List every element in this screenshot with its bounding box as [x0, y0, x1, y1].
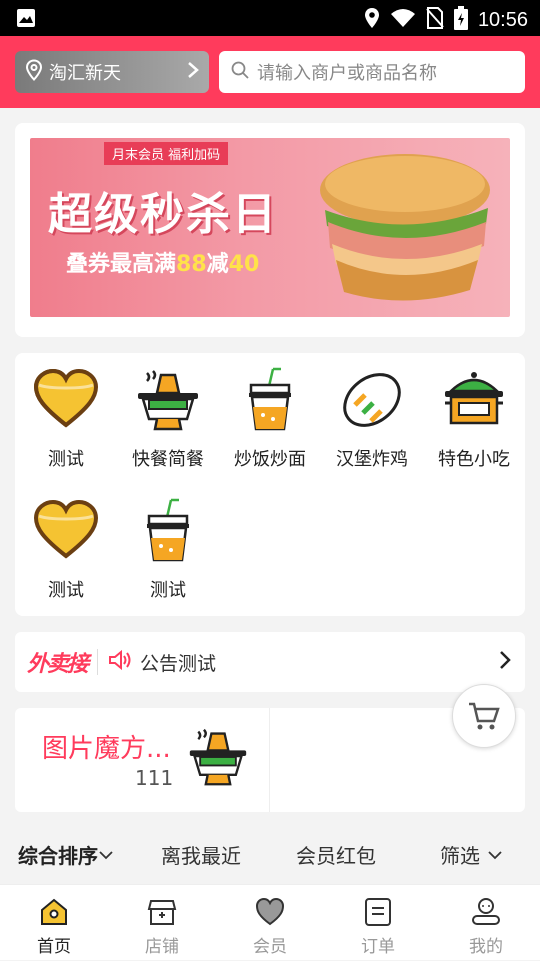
- category-item[interactable]: 炒饭炒面: [219, 353, 321, 473]
- category-item[interactable]: 测试: [15, 484, 117, 604]
- chevron-down-icon: [488, 850, 502, 859]
- location-icon: [364, 7, 380, 33]
- category-label: 特色小吃: [438, 449, 510, 470]
- banner-amount-b: 40: [228, 252, 260, 277]
- heart-icon: [33, 499, 99, 559]
- member-heart-icon: [255, 897, 285, 926]
- profile-icon: [472, 898, 500, 925]
- map-pin-icon: [25, 59, 43, 85]
- banner-subline-prefix: 叠券最高满: [66, 252, 177, 277]
- brand-logo: 外卖接: [27, 652, 89, 677]
- tab-member[interactable]: 会员: [216, 885, 324, 961]
- announcement-bar[interactable]: 外卖接 公告测试: [15, 632, 525, 692]
- chevron-right-icon: [187, 61, 199, 83]
- store-icon: [147, 900, 177, 925]
- search-placeholder: 请输入商户或商品名称: [257, 63, 437, 84]
- tab-orders[interactable]: 订单: [324, 885, 432, 961]
- hotpot-icon: [138, 370, 198, 431]
- category-item[interactable]: 汉堡炸鸡: [321, 353, 423, 473]
- battery-icon: [453, 6, 468, 34]
- order-icon: [365, 898, 391, 926]
- sort-label: 综合排序: [18, 844, 98, 868]
- image-cube: 图片魔方... 111: [15, 708, 525, 812]
- top-header: 淘汇新天 请输入商户或商品名称: [0, 36, 540, 108]
- banner-tag: 月末会员 福利加码: [104, 142, 229, 165]
- tab-profile[interactable]: 我的: [432, 885, 540, 961]
- speaker-icon: [108, 649, 132, 675]
- filter-button[interactable]: 筛选: [440, 840, 506, 869]
- sort-nearest[interactable]: 离我最近: [161, 840, 241, 869]
- tab-label: 会员: [253, 937, 287, 957]
- sort-comprehensive[interactable]: 综合排序: [18, 840, 114, 869]
- category-item[interactable]: 测试: [117, 484, 219, 604]
- category-item[interactable]: 测试: [15, 353, 117, 473]
- cart-icon: [469, 702, 500, 730]
- tab-home[interactable]: 首页: [0, 885, 108, 961]
- home-icon: [41, 898, 67, 925]
- category-label: 测试: [48, 449, 84, 470]
- burger-image: [320, 154, 490, 301]
- status-time: 10:56: [477, 8, 528, 31]
- bread-icon: [343, 373, 401, 427]
- category-item[interactable]: 快餐简餐: [117, 353, 219, 473]
- location-selector[interactable]: 淘汇新天: [15, 51, 209, 93]
- chevron-right-icon: [499, 650, 511, 674]
- banner-amount-a: 88: [176, 252, 207, 277]
- sort-member-coupon[interactable]: 会员红包: [296, 840, 376, 869]
- tab-label: 订单: [361, 937, 395, 957]
- tab-label: 店铺: [145, 937, 179, 957]
- banner-subline: 叠券最高满88减40: [66, 246, 259, 278]
- pot-icon: [445, 372, 503, 425]
- tab-store[interactable]: 店铺: [108, 885, 216, 961]
- chevron-down-icon: [99, 850, 113, 859]
- drink-cup-icon: [147, 498, 189, 562]
- search-icon: [231, 61, 249, 84]
- banner-headline: 超级秒杀日: [48, 189, 278, 240]
- category-label: 炒饭炒面: [234, 449, 306, 470]
- heart-icon: [33, 368, 99, 428]
- sort-bar: 综合排序 离我最近 会员红包 筛选: [0, 826, 540, 882]
- gallery-icon: [16, 8, 36, 32]
- announcement-text: 公告测试: [140, 652, 217, 675]
- banner-subline-mid: 减: [206, 252, 229, 277]
- location-label: 淘汇新天: [49, 63, 121, 84]
- category-label: 测试: [150, 580, 186, 601]
- category-grid: 测试 快餐简餐 炒饭炒面 汉堡炸鸡 特色小吃 测试 测试: [15, 353, 525, 616]
- hotpot-icon: [189, 728, 247, 786]
- banner-card: 月末会员 福利加码 超级秒杀日 叠券最高满88减40: [15, 123, 525, 337]
- tab-label: 首页: [37, 937, 71, 957]
- sort-label: 离我最近: [161, 844, 241, 868]
- cube-cell-left[interactable]: 图片魔方... 111: [15, 708, 269, 812]
- sort-label: 会员红包: [296, 844, 376, 868]
- divider: [97, 649, 99, 675]
- status-bar: 10:56: [0, 0, 540, 36]
- sort-label: 筛选: [440, 844, 480, 868]
- bottom-tab-bar: 首页 店铺 会员 订单 我的: [0, 884, 540, 960]
- promo-banner[interactable]: 月末会员 福利加码 超级秒杀日 叠券最高满88减40: [30, 138, 510, 317]
- cube-title: 图片魔方...: [42, 734, 171, 764]
- search-input[interactable]: 请输入商户或商品名称: [219, 51, 525, 93]
- no-sim-icon: [426, 7, 444, 33]
- category-item[interactable]: 特色小吃: [423, 353, 525, 473]
- category-label: 汉堡炸鸡: [336, 449, 408, 470]
- cube-value: 111: [135, 766, 174, 790]
- cart-button[interactable]: [452, 684, 516, 748]
- wifi-icon: [390, 8, 416, 32]
- drink-cup-icon: [249, 367, 291, 431]
- category-label: 测试: [48, 580, 84, 601]
- tab-label: 我的: [469, 937, 503, 957]
- category-label: 快餐简餐: [132, 449, 204, 470]
